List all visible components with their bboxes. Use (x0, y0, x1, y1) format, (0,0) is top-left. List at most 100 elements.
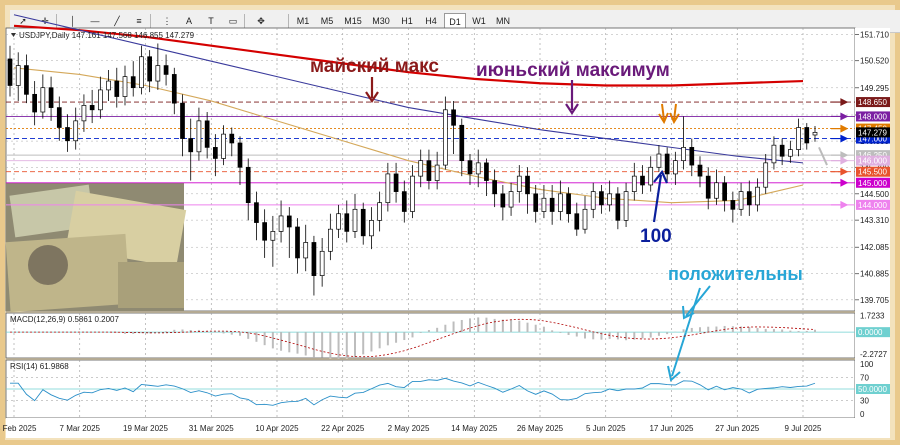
candle-body (549, 197, 555, 212)
candle-body (722, 182, 727, 201)
candle-body (804, 127, 810, 144)
candle-body (459, 124, 465, 162)
candle-body (344, 213, 350, 232)
date-tick-label: 17 Jun 2025 (649, 424, 694, 433)
candle-body (763, 162, 769, 188)
price-tick-label: 140.885 (860, 270, 889, 279)
macd-tick-label: -2.2727 (860, 350, 888, 359)
candle-body (492, 180, 497, 195)
candle-body (525, 175, 530, 195)
candle-body (278, 215, 284, 232)
rsi-tick-label: 0 (860, 410, 865, 419)
candle-body (615, 193, 621, 221)
banknote-portrait (28, 245, 68, 285)
date-tick-label: 14 May 2025 (451, 424, 498, 433)
price-tick-label: 151.710 (860, 30, 889, 39)
candle-body (188, 138, 194, 153)
candle-body (746, 191, 752, 206)
candle-body (574, 213, 580, 230)
date-tick-label: 10 Apr 2025 (255, 424, 299, 433)
candle-body (229, 133, 235, 144)
date-tick-label: 2 May 2025 (388, 424, 430, 433)
candle-body (270, 231, 276, 241)
level-price-label: 148.000 (858, 112, 887, 121)
candle-body (516, 175, 522, 192)
candle-body (779, 144, 785, 157)
annotation-ma100: 100 (640, 226, 672, 247)
candle-body (607, 193, 612, 206)
candle-body (730, 200, 736, 210)
date-tick-label: 5 Jun 2025 (586, 424, 626, 433)
date-tick-label: 25 Feb 2025 (0, 424, 37, 433)
candle-body (541, 197, 547, 212)
candle-body (81, 105, 87, 122)
rsi-tick-label: 50.0000 (858, 385, 887, 394)
candle-body (106, 80, 111, 91)
candle-body (163, 65, 169, 75)
date-tick-label: 7 Mar 2025 (60, 424, 101, 433)
candle-body (171, 74, 177, 104)
date-tick-label: 31 Mar 2025 (189, 424, 234, 433)
candle-body (385, 173, 391, 204)
candle-body (475, 162, 481, 175)
price-tick-label: 144.500 (860, 190, 889, 199)
candle-body (24, 65, 29, 95)
date-tick-label: 9 Jul 2025 (785, 424, 822, 433)
candle-body (599, 191, 604, 206)
candle-body (771, 144, 777, 164)
candle-body (352, 208, 358, 232)
candle-body (451, 109, 456, 126)
price-tick-label: 150.520 (860, 57, 889, 66)
rsi-tick-label: 100 (860, 360, 874, 369)
macd-label: MACD(12,26,9) 0.5861 0.2007 (10, 315, 120, 324)
candle-body (467, 160, 473, 175)
candle-body (623, 191, 629, 221)
candle-body (369, 220, 374, 237)
price-tick-label: 142.085 (860, 243, 889, 252)
candle-body (155, 65, 161, 82)
candle-body (631, 175, 637, 192)
candle-body (336, 213, 341, 230)
level-price-label: 146.000 (858, 157, 887, 166)
level-price-label: 148.650 (858, 98, 887, 107)
banknotes-image (5, 183, 187, 313)
candle-body (204, 120, 210, 148)
symbol-header: USDJPY,Daily 147.161 147.568 146.855 147… (19, 31, 195, 40)
candle-body (32, 93, 37, 113)
candle-body (139, 56, 144, 89)
candle-body (755, 186, 760, 206)
price-tick-label: 149.295 (860, 84, 889, 93)
candle-body (558, 193, 563, 212)
candle-body (262, 222, 267, 241)
rsi-label: RSI(14) 61.9868 (10, 362, 69, 371)
candle-body (714, 182, 719, 199)
candle-body (196, 120, 202, 153)
date-tick-label: 22 Apr 2025 (321, 424, 365, 433)
candle-body (812, 132, 818, 136)
candle-body (738, 191, 744, 210)
date-tick-label: 19 Mar 2025 (123, 424, 168, 433)
candle-body (360, 208, 366, 237)
candle-body (237, 142, 243, 168)
candle-body (89, 105, 95, 111)
candle-body (377, 202, 382, 221)
candle-body (788, 149, 793, 157)
candle-body (15, 65, 21, 86)
level-price-label: 145.500 (858, 168, 887, 177)
candle-body (98, 89, 103, 111)
chart-canvas: 25 Feb 2025 7 Mar 2025 19 Mar 2025 31 Mar 2… (0, 14, 890, 438)
candle-body (533, 193, 539, 212)
candle-body (65, 127, 70, 142)
level-price-label: 145.000 (858, 179, 887, 188)
candle-body (664, 153, 670, 175)
candle-body (705, 175, 711, 199)
rsi-tick-label: 70 (860, 373, 869, 382)
candle-body (689, 147, 695, 166)
candle-body (401, 191, 407, 212)
candle-body (328, 228, 333, 252)
candle-body (73, 120, 79, 142)
candle-body (122, 76, 128, 97)
candle-body (319, 250, 325, 276)
price-tick-label: 139.705 (860, 296, 889, 305)
candle-body (180, 102, 185, 139)
